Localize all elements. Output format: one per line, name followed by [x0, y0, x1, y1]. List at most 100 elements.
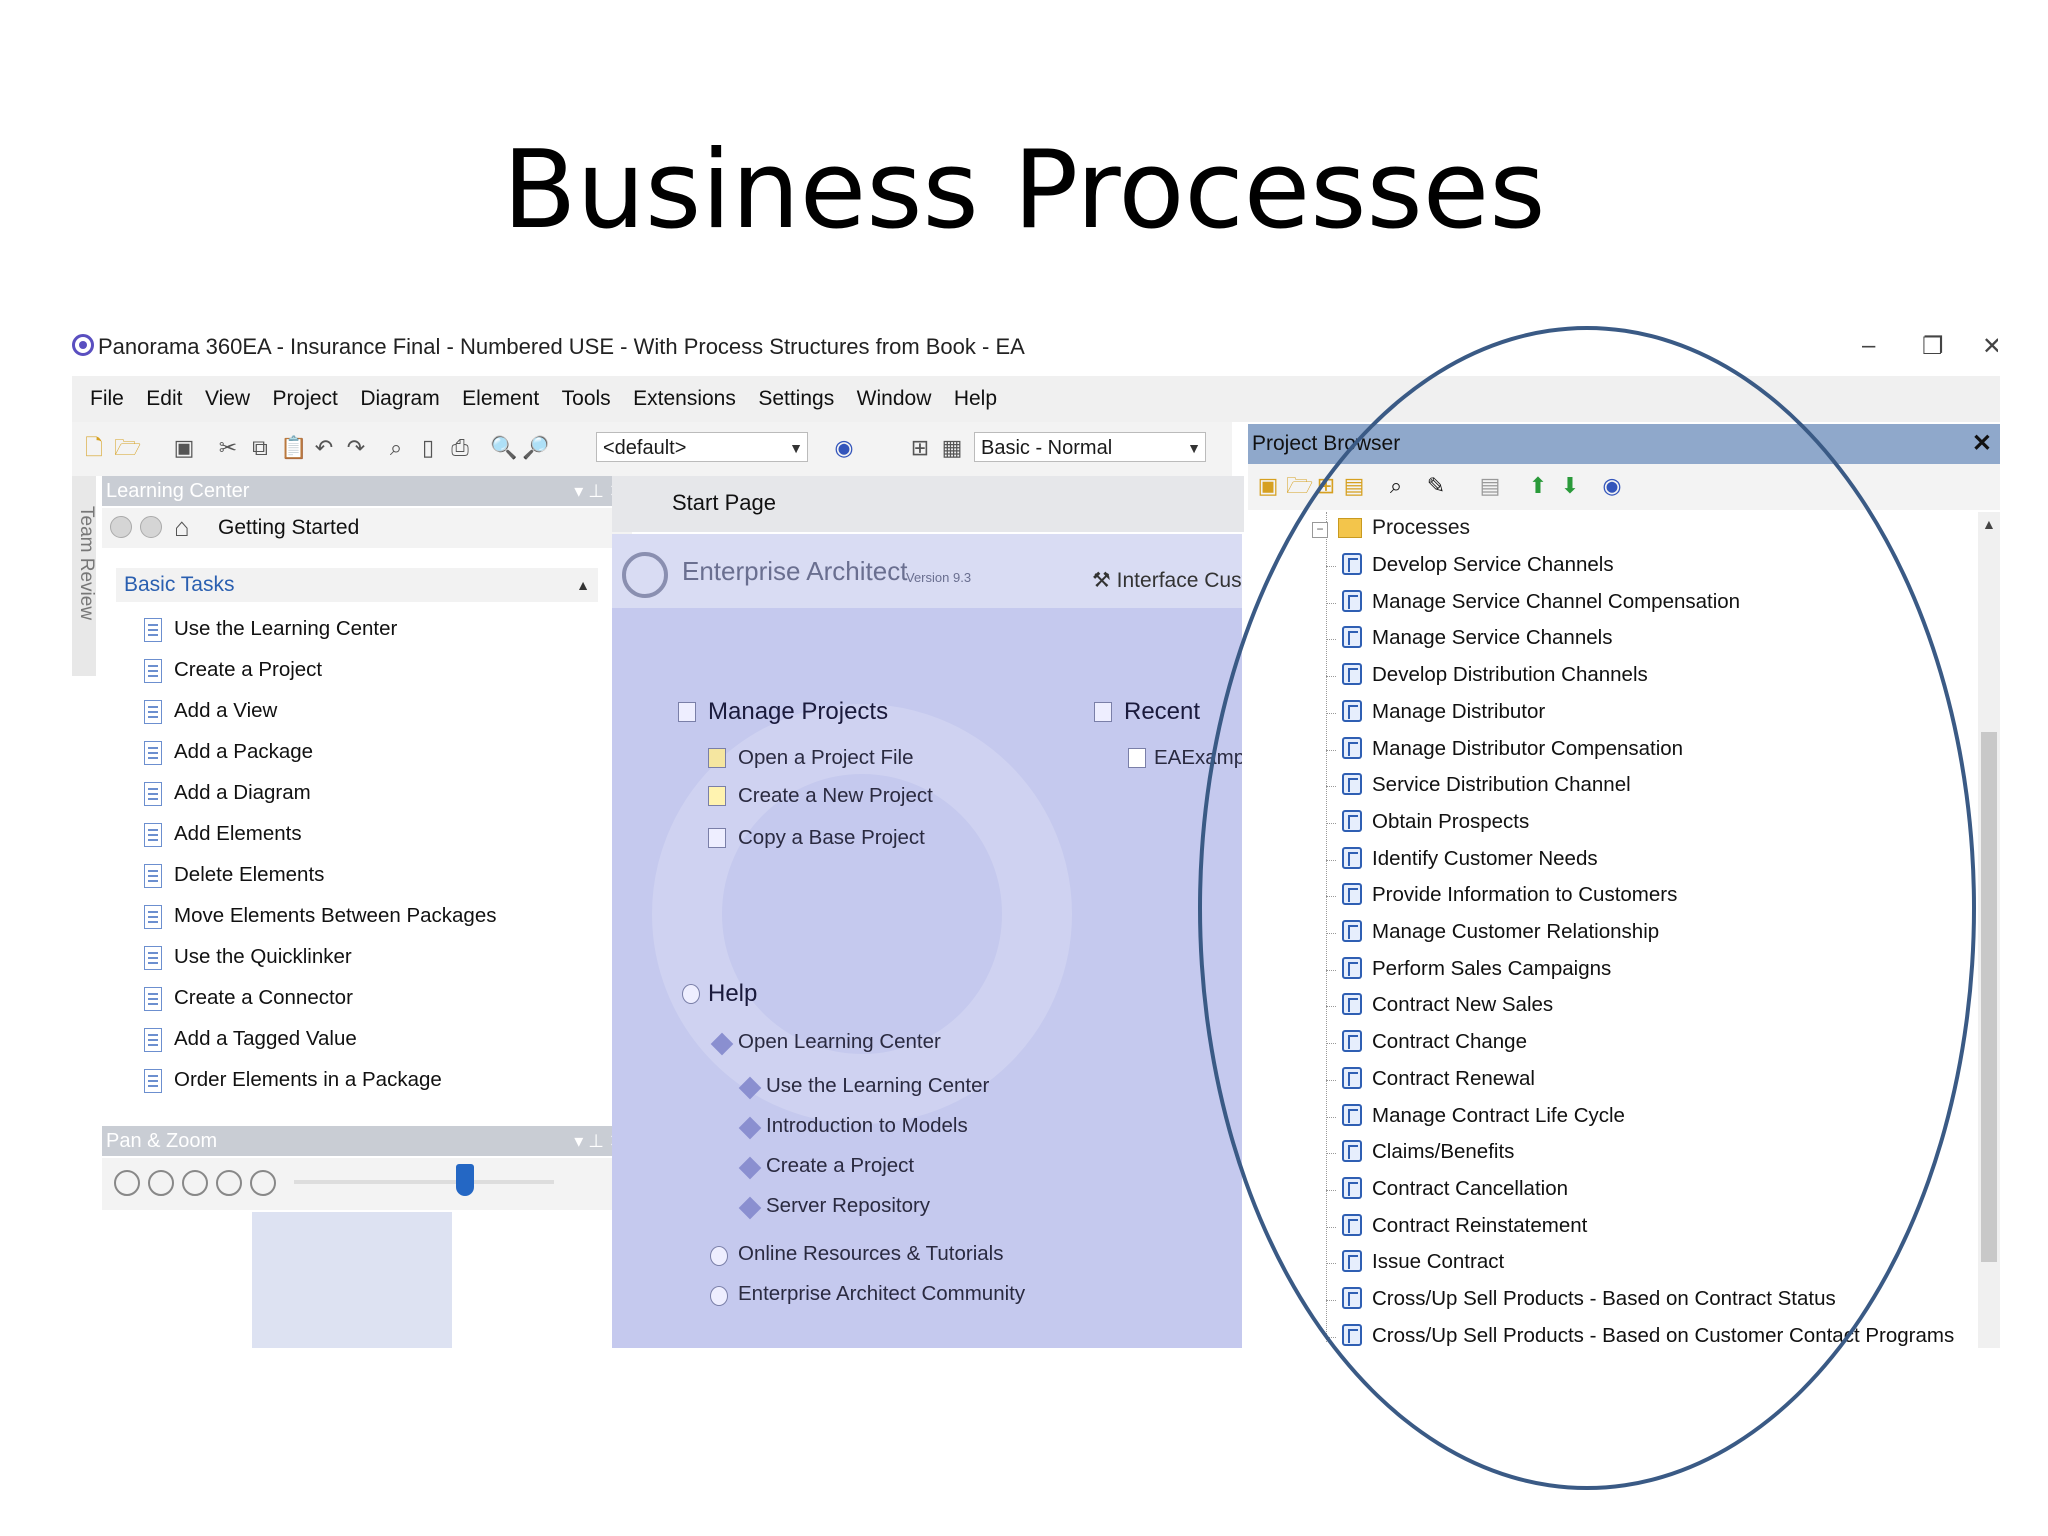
menu-project[interactable]: Project [273, 376, 338, 411]
tree-item-process[interactable]: Contract Change [1248, 1025, 1968, 1061]
tree-item-process[interactable]: Contract Cancellation [1248, 1172, 1968, 1208]
open-learning-center-link[interactable]: Open Learning Center [738, 1030, 941, 1054]
close-icon[interactable]: ✕ [1972, 424, 1992, 464]
tree-item-process[interactable]: Issue Contract [1248, 1245, 1968, 1281]
community-link[interactable]: Enterprise Architect Community [738, 1282, 1025, 1306]
interface-customize-link[interactable]: ⚒ Interface Custo [1092, 568, 1242, 593]
find-in-browser-icon[interactable]: ⌕ [1384, 474, 1408, 498]
menu-settings[interactable]: Settings [758, 376, 834, 411]
tree-item-process[interactable]: Cross/Up Sell Products - Based on Custom… [1248, 1319, 1968, 1348]
save-icon[interactable]: ▣ [172, 436, 196, 460]
print-icon[interactable]: ⎙ [448, 436, 472, 460]
topic-select-value[interactable]: Getting Started [218, 516, 359, 540]
zoom-actual-icon[interactable] [216, 1170, 242, 1196]
scrollbar-thumb[interactable] [1981, 732, 1997, 1262]
tree-item-process[interactable]: Service Distribution Channel [1248, 768, 1968, 804]
menu-view[interactable]: View [205, 376, 250, 411]
copy-icon[interactable]: ⧉ [248, 436, 272, 460]
calendar-icon[interactable]: ▦ [940, 436, 964, 460]
basic-tasks-header[interactable]: Basic Tasks ▲ [116, 568, 598, 602]
project-browser-panel: Project Browser ✕ ▣ 🗁 ⊞ ▤ ⌕ ✎ ▤ ⬆ ⬇ ◉ − … [1248, 424, 2000, 1348]
collapse-icon[interactable]: − [1312, 522, 1328, 538]
zoom-in-icon[interactable] [114, 1170, 140, 1196]
recent-item[interactable]: EAExample [1154, 746, 1242, 770]
tree-item-process[interactable]: Contract Renewal [1248, 1062, 1968, 1098]
redo-icon[interactable]: ↷ [344, 436, 368, 460]
search-model-icon[interactable]: 🔍 [490, 436, 517, 460]
create-project-link[interactable]: Create a New Project [738, 784, 933, 808]
help-link[interactable]: Introduction to Models [766, 1114, 968, 1138]
minimize-button[interactable]: – [1862, 332, 1875, 360]
menu-extensions[interactable]: Extensions [633, 376, 736, 411]
menu-edit[interactable]: Edit [146, 376, 182, 411]
zoom-reset-icon[interactable] [250, 1170, 276, 1196]
paste-icon[interactable]: 📋 [280, 436, 307, 460]
tree-item-process[interactable]: Manage Contract Life Cycle [1248, 1099, 1968, 1135]
zoom-slider-thumb[interactable] [456, 1164, 475, 1196]
tree-item-process[interactable]: Provide Information to Customers [1248, 878, 1968, 914]
help-icon[interactable]: ◉ [832, 436, 856, 460]
tree-item-process[interactable]: Manage Distributor [1248, 695, 1968, 731]
menu-file[interactable]: File [90, 376, 124, 411]
tree-item-process[interactable]: Develop Distribution Channels [1248, 658, 1968, 694]
tree-item-process[interactable]: Identify Customer Needs [1248, 842, 1968, 878]
help-link[interactable]: Create a Project [766, 1154, 914, 1178]
help-icon[interactable]: ◉ [1600, 474, 1624, 498]
back-icon[interactable] [110, 516, 132, 538]
properties-icon[interactable]: ✎ [1424, 474, 1448, 498]
tree-item-process[interactable]: Manage Service Channels [1248, 621, 1968, 657]
pan-zoom-viewport[interactable] [252, 1212, 452, 1348]
help-link[interactable]: Server Repository [766, 1194, 930, 1218]
tree-item-process[interactable]: Manage Distributor Compensation [1248, 732, 1968, 768]
menu-tools[interactable]: Tools [562, 376, 611, 411]
copy-base-project-link[interactable]: Copy a Base Project [738, 826, 925, 850]
tree-item-process[interactable]: Cross/Up Sell Products - Based on Contra… [1248, 1282, 1968, 1318]
zoom-fit-icon[interactable] [182, 1170, 208, 1196]
tree-item-process[interactable]: Obtain Prospects [1248, 805, 1968, 841]
zoom-slider[interactable] [294, 1164, 554, 1196]
undo-icon[interactable]: ↶ [312, 436, 336, 460]
menu-diagram[interactable]: Diagram [360, 376, 439, 411]
forward-icon[interactable] [140, 516, 162, 538]
tab-start-page[interactable]: Start Page [612, 476, 1244, 532]
online-resources-link[interactable]: Online Resources & Tutorials [738, 1242, 1003, 1266]
menu-window[interactable]: Window [857, 376, 932, 411]
search-diagram-icon[interactable]: 🔎 [522, 436, 549, 460]
workspace-select[interactable]: Basic - Normal ▼ [974, 432, 1206, 462]
new-element-icon[interactable]: ▤ [1342, 474, 1366, 498]
close-button[interactable]: ✕ [1982, 332, 1998, 361]
tree-item-process[interactable]: Develop Service Channels [1248, 548, 1968, 584]
chevron-up-icon[interactable]: ▲ [1982, 516, 1996, 532]
layout-icon[interactable]: ⊞ [908, 436, 932, 460]
new-package-icon[interactable]: ▣ [1256, 474, 1280, 498]
find-icon[interactable]: ⌕ [384, 436, 408, 460]
document-icon[interactable]: ▤ [1478, 474, 1502, 498]
open-project-link[interactable]: Open a Project File [738, 746, 913, 770]
page-icon[interactable]: ▯ [416, 436, 440, 460]
help-link[interactable]: Use the Learning Center [766, 1074, 989, 1098]
perspective-select[interactable]: <default> ▼ [596, 432, 808, 462]
tree-item-process[interactable]: Manage Service Channel Compensation [1248, 585, 1968, 621]
menu-element[interactable]: Element [462, 376, 539, 411]
menu-help[interactable]: Help [954, 376, 997, 411]
open-folder-icon[interactable]: 🗁 [114, 436, 141, 460]
tree-connector [1326, 1263, 1336, 1265]
vertical-scrollbar[interactable]: ▲ [1978, 512, 2000, 1348]
chevron-up-icon[interactable]: ▲ [576, 568, 590, 602]
new-folder-icon[interactable]: 🗁 [1286, 474, 1313, 498]
zoom-out-icon[interactable] [148, 1170, 174, 1196]
restore-button[interactable]: ❐ [1922, 332, 1944, 361]
tree-item-label: Cross/Up Sell Products - Based on Contra… [1372, 1287, 1836, 1310]
team-review-tab[interactable]: Team Review [72, 476, 97, 676]
home-icon[interactable]: ⌂ [174, 512, 190, 543]
cut-icon[interactable]: ✂ [216, 436, 240, 460]
tree-item-process[interactable]: Manage Customer Relationship [1248, 915, 1968, 951]
move-up-icon[interactable]: ⬆ [1526, 474, 1550, 498]
tree-item-process[interactable]: Perform Sales Campaigns [1248, 952, 1968, 988]
move-down-icon[interactable]: ⬇ [1558, 474, 1582, 498]
tree-item-process[interactable]: Contract New Sales [1248, 988, 1968, 1024]
tree-item-process[interactable]: Claims/Benefits [1248, 1135, 1968, 1171]
tree-item-process[interactable]: Contract Reinstatement [1248, 1209, 1968, 1245]
new-file-icon[interactable]: 🗋 [82, 436, 106, 460]
new-diagram-icon[interactable]: ⊞ [1314, 474, 1338, 498]
